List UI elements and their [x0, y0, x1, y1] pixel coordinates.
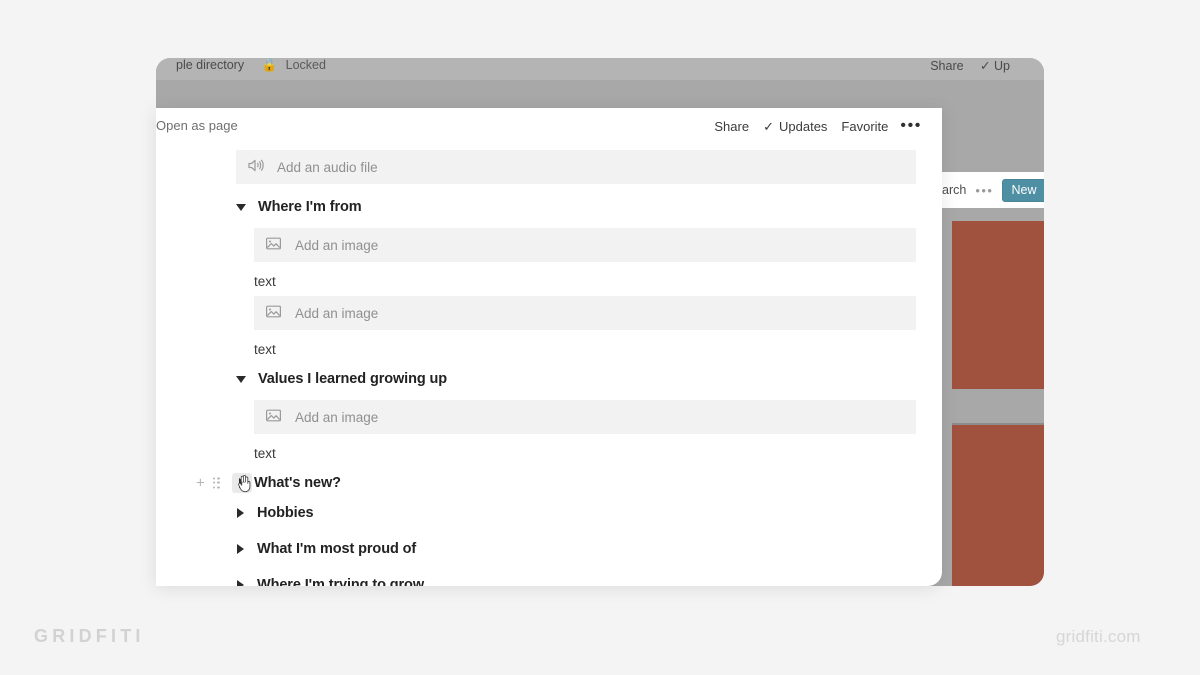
- block-row: Add an image: [156, 228, 942, 262]
- ellipsis-icon[interactable]: •••: [975, 183, 993, 198]
- block-row: Add an image: [156, 296, 942, 330]
- updates-label: Updates: [779, 118, 828, 134]
- new-button[interactable]: New: [1002, 178, 1044, 202]
- toggle-heading-label: Hobbies: [257, 505, 314, 521]
- drag-handle-icon[interactable]: [212, 477, 221, 489]
- toggle-heading-label: What's new?: [254, 475, 341, 491]
- block-row: Where I'm from: [156, 192, 942, 222]
- add-image-label: Add an image: [295, 409, 379, 425]
- image-icon: [265, 236, 282, 254]
- add-image-label: Add an image: [295, 237, 379, 253]
- block-row: text: [156, 336, 942, 364]
- chevron-down-icon[interactable]: [236, 203, 246, 211]
- background-card: a e pic: [952, 221, 1044, 389]
- background-breadcrumb-text: ple directory: [176, 58, 245, 72]
- add-image-block[interactable]: Add an image: [254, 296, 916, 330]
- text-block[interactable]: text: [156, 440, 942, 468]
- block-row: Add an image: [156, 400, 942, 434]
- toggle-heading-label: Where I'm trying to grow: [257, 577, 424, 586]
- block-row-hovered: + What's new?: [156, 468, 942, 498]
- toggle-heading-what-im-most-proud-of[interactable]: What I'm most proud of: [156, 534, 942, 564]
- background-share-label: Share: [930, 59, 964, 73]
- image-icon: [265, 304, 282, 322]
- toggle-button[interactable]: [232, 473, 252, 493]
- add-audio-file-label: Add an audio file: [277, 159, 378, 175]
- add-image-label: Add an image: [295, 305, 379, 321]
- image-icon: [265, 408, 282, 426]
- block-row: Add an audio file: [156, 150, 942, 184]
- block-row: Where I'm trying to grow: [156, 570, 942, 586]
- text-block[interactable]: text: [156, 336, 942, 364]
- chevron-right-icon[interactable]: [237, 508, 244, 518]
- page-preview-modal: Open as page Share ✓ Updates Favorite ••…: [156, 108, 942, 586]
- audio-icon: [247, 158, 264, 176]
- plus-icon[interactable]: +: [196, 476, 205, 491]
- background-right-panel: arch ••• New a e pic a e pic: [942, 80, 1044, 586]
- add-image-block[interactable]: Add an image: [254, 400, 916, 434]
- block-list: Add an audio file Where I'm from Add an …: [156, 144, 942, 586]
- gridfiti-brand-watermark: GRIDFITI: [34, 626, 145, 646]
- block-gutter-controls: +: [196, 476, 220, 491]
- check-icon: ✓: [980, 59, 991, 73]
- background-search-label[interactable]: arch: [942, 183, 966, 197]
- toggle-heading-label: What I'm most proud of: [257, 541, 417, 557]
- favorite-button[interactable]: Favorite: [841, 119, 888, 134]
- block-row: Values I learned growing up: [156, 364, 942, 394]
- block-row: What I'm most proud of: [156, 534, 942, 564]
- toggle-heading-where-im-trying-to-grow[interactable]: Where I'm trying to grow: [156, 570, 942, 586]
- toggle-heading-values-i-learned-growing-up[interactable]: Values I learned growing up: [156, 364, 942, 394]
- ellipsis-icon[interactable]: •••: [900, 118, 922, 134]
- share-button[interactable]: Share: [714, 119, 749, 134]
- chevron-right-icon: [238, 478, 246, 488]
- modal-header-actions: Share ✓ Updates Favorite •••: [714, 118, 922, 134]
- background-window-actions: Share ✓ Up: [930, 58, 1010, 73]
- add-audio-file-block[interactable]: Add an audio file: [236, 150, 916, 184]
- toggle-heading-label: Where I'm from: [258, 199, 362, 215]
- toggle-heading-hobbies[interactable]: Hobbies: [156, 498, 942, 528]
- toggle-heading-label: Values I learned growing up: [258, 371, 448, 387]
- background-card: a e pic: [952, 425, 1044, 586]
- block-row: text: [156, 268, 942, 296]
- chevron-right-icon[interactable]: [237, 544, 244, 554]
- background-card-text: a e pic: [952, 483, 1044, 557]
- favorite-label: Favorite: [841, 118, 889, 134]
- block-row: text: [156, 440, 942, 468]
- chevron-right-icon[interactable]: [237, 580, 244, 586]
- background-card-text: a e pic: [952, 271, 1044, 345]
- text-block[interactable]: text: [156, 268, 942, 296]
- add-image-block[interactable]: Add an image: [254, 228, 916, 262]
- background-lock-label: Locked: [285, 58, 326, 72]
- background-updates-label: Up: [994, 59, 1010, 73]
- chevron-down-icon[interactable]: [236, 375, 246, 383]
- background-breadcrumb: ple directory 🔒 Locked: [176, 58, 326, 73]
- toggle-heading-whats-new[interactable]: What's new?: [156, 468, 942, 498]
- check-icon: ✓: [763, 118, 774, 134]
- gridfiti-site-watermark: gridfiti.com: [1056, 627, 1141, 646]
- modal-header: Open as page Share ✓ Updates Favorite ••…: [156, 108, 942, 144]
- updates-button[interactable]: ✓ Updates: [763, 119, 827, 134]
- toggle-heading-where-im-from[interactable]: Where I'm from: [156, 192, 942, 222]
- share-label: Share: [714, 118, 750, 134]
- background-toolbar: arch ••• New: [942, 172, 1044, 208]
- open-as-page-button[interactable]: Open as page: [156, 118, 238, 133]
- block-row: Hobbies: [156, 498, 942, 528]
- lock-icon: 🔒: [261, 58, 278, 72]
